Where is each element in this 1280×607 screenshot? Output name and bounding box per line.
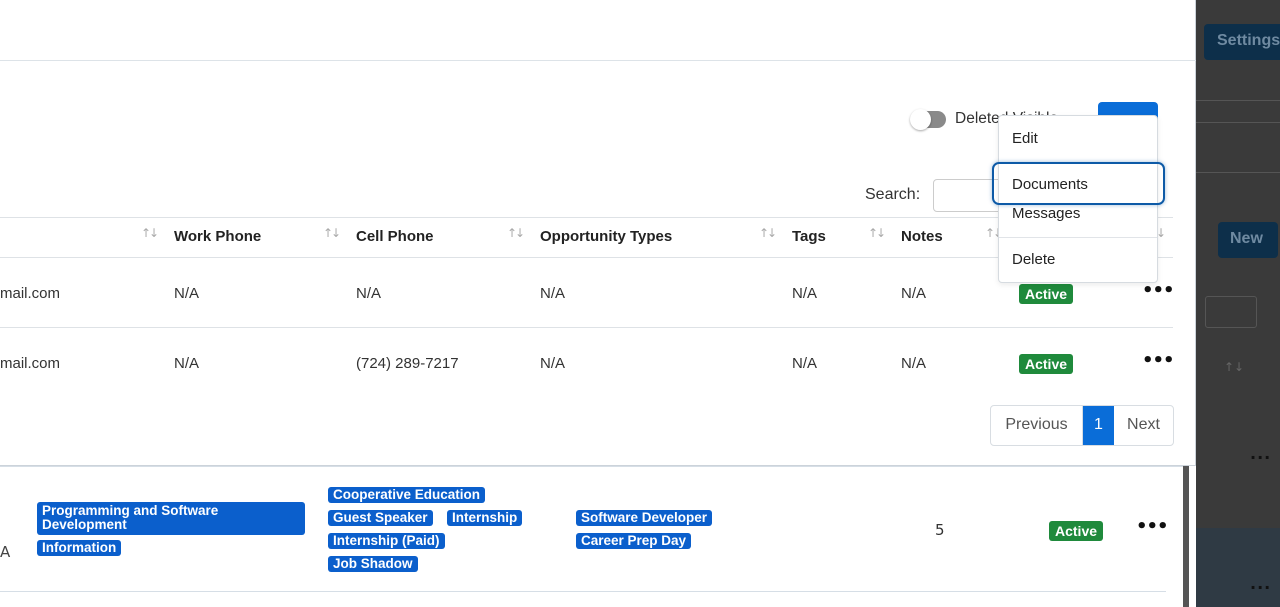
- focus-highlight: [992, 162, 1165, 205]
- column-header-notes[interactable]: Notes: [901, 228, 943, 245]
- count-value: 5: [935, 521, 945, 539]
- opportunity-type-tag: Internship (Paid): [328, 533, 445, 550]
- divider: [1196, 122, 1280, 123]
- toggle-knob: [910, 109, 931, 130]
- industry-tag: Information: [37, 540, 122, 557]
- sort-icon[interactable]: ↑↓: [759, 226, 777, 240]
- opportunity-type-tag: Internship: [447, 510, 523, 527]
- menu-item-messages[interactable]: Messages: [1012, 205, 1080, 222]
- sort-icon[interactable]: ↑↓: [868, 226, 886, 240]
- tags-cell: N/A: [792, 285, 818, 302]
- cell-text: A: [0, 543, 11, 561]
- tags-cell: N/A: [792, 355, 818, 372]
- divider: [0, 591, 1166, 592]
- column-header-work-phone[interactable]: Work Phone: [174, 228, 261, 245]
- column-header-opportunity-types[interactable]: Opportunity Types: [540, 228, 672, 245]
- settings-button[interactable]: Settings: [1204, 24, 1280, 60]
- status-badge: Active: [1049, 521, 1104, 541]
- menu-item-delete[interactable]: Delete: [1012, 251, 1055, 268]
- industry-tag: Programming and Software Development: [37, 502, 305, 535]
- more-actions-icon[interactable]: ···: [1250, 578, 1271, 597]
- sort-icon[interactable]: ↑↓: [507, 226, 525, 240]
- menu-item-edit[interactable]: Edit: [1012, 130, 1038, 147]
- deleted-visible-toggle[interactable]: [910, 109, 946, 130]
- more-actions-icon[interactable]: ···: [1250, 448, 1271, 467]
- notes-cell: N/A: [901, 285, 927, 302]
- email-cell: mail.com: [0, 285, 61, 302]
- column-header-cell-phone[interactable]: Cell Phone: [356, 228, 434, 245]
- tag-badge: Career Prep Day: [576, 533, 692, 550]
- work-phone-cell: N/A: [174, 285, 200, 302]
- next-page-button[interactable]: Next: [1114, 406, 1173, 445]
- cell-phone-cell: N/A: [356, 285, 382, 302]
- tag-badge: Software Developer: [576, 510, 713, 527]
- pagination: Previous 1 Next: [990, 405, 1174, 446]
- email-cell: mail.com: [0, 355, 61, 372]
- more-actions-icon[interactable]: •••: [1142, 280, 1175, 301]
- divider: [1196, 100, 1280, 101]
- opportunity-type-tag: Cooperative Education: [328, 487, 486, 504]
- opportunity-type-tag: Guest Speaker: [328, 510, 433, 527]
- cell-phone-cell: (724) 289-7217: [356, 355, 459, 372]
- search-label: Search:: [865, 186, 921, 203]
- background-search-input[interactable]: [1205, 296, 1257, 328]
- more-actions-icon[interactable]: •••: [1142, 350, 1175, 371]
- opportunity-type-tag: Job Shadow: [328, 556, 418, 573]
- divider: [0, 327, 1173, 328]
- more-actions-icon[interactable]: •••: [1136, 516, 1169, 537]
- notes-cell: N/A: [901, 355, 927, 372]
- sort-icon[interactable]: ↑↓: [1224, 360, 1244, 374]
- modal-header: [0, 0, 1196, 61]
- previous-page-button[interactable]: Previous: [991, 406, 1083, 445]
- work-phone-cell: N/A: [174, 355, 200, 372]
- status-badge: Active: [1019, 284, 1074, 304]
- column-header-tags[interactable]: Tags: [792, 228, 826, 245]
- opportunity-types-cell: N/A: [540, 285, 566, 302]
- opportunity-types-cell: N/A: [540, 355, 566, 372]
- sort-icon[interactable]: ↑↓: [141, 226, 159, 240]
- new-button-background[interactable]: New: [1218, 222, 1278, 258]
- page-1-button[interactable]: 1: [1083, 406, 1114, 445]
- scrollbar[interactable]: [1183, 466, 1189, 607]
- divider: [999, 237, 1157, 238]
- sort-icon[interactable]: ↑↓: [323, 226, 341, 240]
- status-badge: Active: [1019, 354, 1074, 374]
- divider: [1196, 172, 1280, 173]
